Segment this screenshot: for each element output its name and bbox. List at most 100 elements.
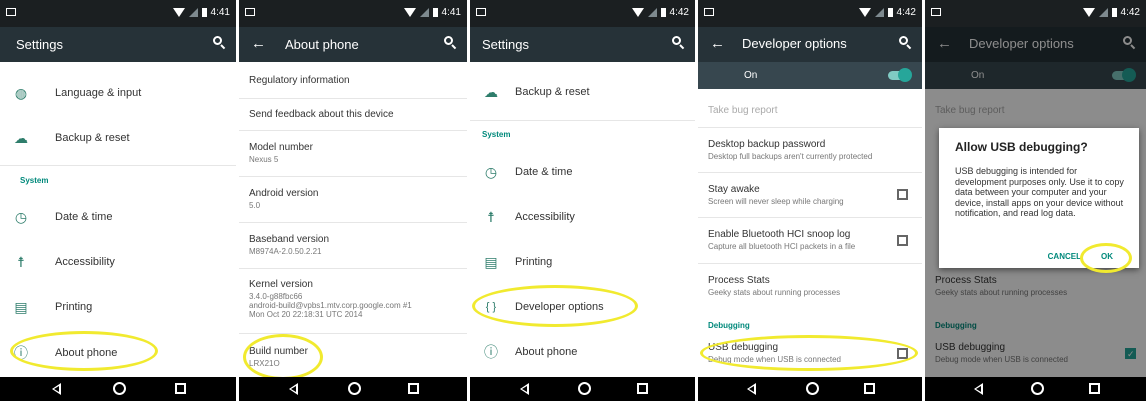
battery-icon (432, 8, 438, 17)
item-value: 3.4.0-g88fbc66 (249, 292, 303, 301)
settings-item-printing[interactable]: ▤ Printing (0, 292, 236, 322)
item-title: Baseband version (249, 234, 330, 245)
back-icon[interactable] (973, 383, 983, 395)
dev-item-bluetooth-hci-log[interactable]: Enable Bluetooth HCI snoop log Capture a… (708, 229, 892, 251)
home-icon[interactable] (113, 382, 127, 395)
status-time: 4:42 (669, 7, 689, 18)
status-time: 4:41 (441, 7, 461, 18)
dev-item-stay-awake[interactable]: Stay awake Screen will never sleep while… (708, 184, 892, 206)
section-header-system: System (482, 130, 511, 139)
printer-icon: ▤ (14, 299, 28, 315)
item-title: Desktop backup password (708, 139, 826, 150)
printer-icon: ▤ (484, 254, 498, 270)
settings-list: ◍ Language & input ☁ Backup & reset Syst… (0, 62, 236, 377)
settings-list: ☁ Backup & reset System ◷ Date & time ☨ … (470, 62, 695, 377)
settings-item-printing[interactable]: ▤ Printing (470, 247, 695, 277)
highlight-about-phone (10, 331, 158, 371)
search-icon[interactable] (899, 36, 912, 50)
section-header-debugging: Debugging (708, 321, 750, 330)
home-icon[interactable] (348, 382, 362, 395)
search-icon[interactable] (672, 36, 685, 50)
toggle-switch[interactable] (888, 68, 912, 82)
stay-awake-checkbox[interactable] (897, 189, 908, 200)
wifi-icon (631, 8, 644, 17)
recent-apps-icon[interactable] (174, 383, 186, 394)
recent-apps-icon[interactable] (407, 383, 419, 394)
notification-icon (704, 8, 714, 16)
back-icon[interactable] (519, 383, 529, 395)
settings-item-label: Printing (55, 301, 93, 313)
settings-item-label: Printing (515, 256, 553, 268)
item-title: Android version (249, 188, 319, 199)
divider (698, 217, 922, 218)
signal-icon (419, 8, 429, 17)
wifi-icon (858, 8, 871, 17)
back-icon[interactable] (747, 383, 757, 395)
status-time: 4:41 (210, 7, 230, 18)
developer-options-master-switch[interactable]: On (698, 62, 922, 89)
settings-item-backup[interactable]: ☁ Backup & reset (0, 123, 236, 153)
signal-icon (1098, 8, 1108, 17)
about-item-regulatory[interactable]: Regulatory information (249, 75, 461, 86)
recent-apps-icon[interactable] (863, 383, 875, 394)
page-title: Developer options (742, 36, 847, 51)
bluetooth-hci-checkbox[interactable] (897, 235, 908, 246)
recent-apps-icon[interactable] (636, 383, 648, 394)
back-arrow-icon[interactable]: ← (251, 35, 266, 52)
item-summary: Desktop full backups aren't currently pr… (708, 152, 873, 161)
back-arrow-icon[interactable]: ← (710, 35, 725, 52)
back-icon[interactable] (51, 383, 61, 395)
settings-item-date-time[interactable]: ◷ Date & time (470, 157, 695, 187)
item-value: 5.0 (249, 201, 261, 210)
switch-label: On (744, 70, 758, 81)
cancel-button[interactable]: CANCEL (1048, 252, 1081, 261)
home-icon[interactable] (1031, 382, 1045, 395)
settings-item-date-time[interactable]: ◷ Date & time (0, 202, 236, 232)
notification-icon (931, 8, 941, 16)
divider (239, 98, 467, 99)
item-title: Regulatory information (249, 75, 350, 86)
item-summary: Capture all bluetooth HCI packets in a f… (708, 242, 856, 251)
nav-bar (0, 377, 236, 401)
screen-about-phone: 4:41 ← About phone Regulatory informatio… (239, 0, 467, 401)
screen-settings-1: 4:41 Settings ◍ Language & input ☁ Backu… (0, 0, 236, 401)
item-title: Stay awake (708, 184, 760, 195)
settings-item-accessibility[interactable]: ☨ Accessibility (0, 247, 236, 277)
settings-item-about-phone[interactable]: ⓘ About phone (470, 337, 695, 367)
clock-icon: ◷ (14, 209, 28, 225)
dev-item-process-stats[interactable]: Process Stats Geeky stats about running … (708, 275, 916, 297)
status-bar: 4:42 (698, 0, 922, 27)
divider (470, 120, 695, 121)
page-title: About phone (285, 37, 359, 52)
globe-icon: ◍ (14, 85, 28, 101)
settings-item-language[interactable]: ◍ Language & input (0, 78, 236, 108)
item-title: Model number (249, 142, 313, 153)
settings-item-accessibility[interactable]: ☨ Accessibility (470, 202, 695, 232)
about-list: Regulatory information Send feedback abo… (239, 62, 467, 377)
about-item-kernel: Kernel version 3.4.0-g88fbc66 android-bu… (249, 279, 461, 319)
item-value: M8974A-2.0.50.2.21 (249, 247, 322, 256)
nav-bar (925, 377, 1146, 401)
status-time: 4:42 (896, 7, 916, 18)
item-title: Kernel version (249, 279, 313, 290)
app-bar: ← About phone (239, 27, 467, 62)
settings-item-label: Backup & reset (55, 132, 130, 144)
battery-icon (201, 8, 207, 17)
dev-item-desktop-backup-password[interactable]: Desktop backup password Desktop full bac… (708, 139, 916, 161)
wifi-icon (1082, 8, 1095, 17)
search-icon[interactable] (213, 36, 226, 50)
about-item-feedback[interactable]: Send feedback about this device (249, 109, 461, 120)
page-title: Settings (482, 37, 529, 52)
settings-item-backup[interactable]: ☁ Backup & reset (470, 77, 695, 107)
home-icon[interactable] (805, 382, 819, 395)
dev-item-take-bug-report[interactable]: Take bug report (708, 105, 916, 116)
home-icon[interactable] (578, 382, 591, 395)
highlight-build-number (243, 334, 323, 380)
back-icon[interactable] (289, 383, 299, 395)
page-title: Settings (16, 37, 63, 52)
divider (698, 263, 922, 264)
search-icon[interactable] (444, 36, 457, 50)
recent-apps-icon[interactable] (1088, 383, 1100, 394)
item-title: Send feedback about this device (249, 109, 394, 120)
highlight-developer-options (472, 285, 638, 327)
